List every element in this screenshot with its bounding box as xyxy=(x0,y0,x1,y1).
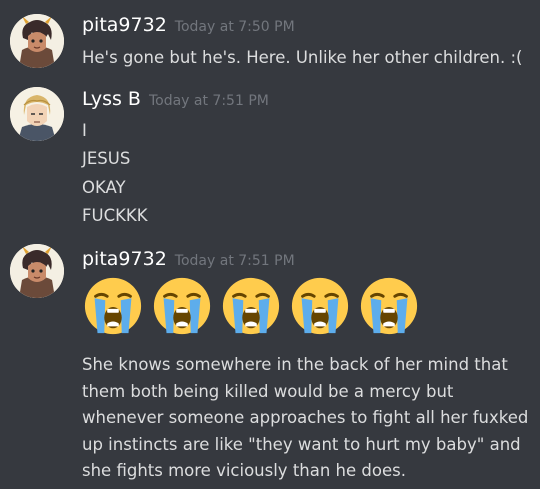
username[interactable]: Lyss B xyxy=(82,88,141,110)
message-text: OKAY xyxy=(82,178,126,197)
avatar[interactable] xyxy=(10,244,64,298)
username[interactable]: pita9732 xyxy=(82,14,167,36)
message-text: He's gone but he's. Here. Unlike her oth… xyxy=(82,48,523,67)
message-text: She knows somewhere in the back of her m… xyxy=(82,355,529,480)
loudly-crying-face-emoji[interactable] xyxy=(220,275,282,337)
loudly-crying-face-emoji[interactable] xyxy=(82,275,144,337)
timestamp[interactable]: Today at 7:50 PM xyxy=(175,19,295,35)
loudly-crying-face-emoji[interactable] xyxy=(289,275,351,337)
message-header: pita9732 Today at 7:50 PM xyxy=(82,14,295,36)
username[interactable]: pita9732 xyxy=(82,248,167,270)
message-header: pita9732 Today at 7:51 PM xyxy=(82,248,295,270)
message-text: JESUS xyxy=(82,149,131,168)
timestamp[interactable]: Today at 7:51 PM xyxy=(175,253,295,269)
avatar[interactable] xyxy=(10,14,64,68)
avatar[interactable] xyxy=(10,87,64,141)
emoji-row xyxy=(82,275,422,337)
loudly-crying-face-emoji[interactable] xyxy=(151,275,213,337)
message-header: Lyss B Today at 7:51 PM xyxy=(82,88,269,110)
timestamp[interactable]: Today at 7:51 PM xyxy=(149,93,269,109)
loudly-crying-face-emoji[interactable] xyxy=(358,275,420,337)
message-text: I xyxy=(82,121,87,140)
message-text: FUCKKK xyxy=(82,206,148,225)
